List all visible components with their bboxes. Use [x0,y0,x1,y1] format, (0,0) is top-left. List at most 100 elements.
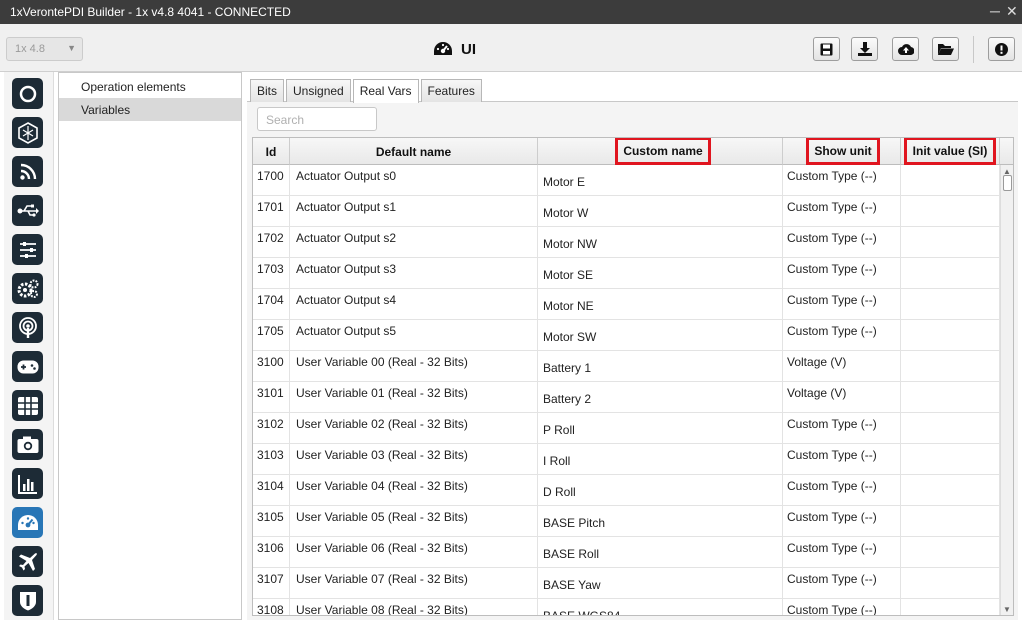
cell-show-unit[interactable]: Voltage (V) [783,351,901,382]
sidebar-button-gamepad[interactable] [12,351,43,382]
cell-show-unit[interactable]: Custom Type (--) [783,444,901,475]
sidebar-button-feed[interactable] [12,156,43,187]
cell-custom-name[interactable]: Battery 2 [538,382,783,413]
cell-custom-name[interactable]: Motor NW [538,227,783,258]
cell-custom-name[interactable]: Motor W [538,196,783,227]
column-header-default-name[interactable]: Default name [290,138,538,165]
sidebar-button-security[interactable] [12,585,43,616]
table-row[interactable]: 3105 User Variable 05 (Real - 32 Bits) BAS… [253,506,1000,537]
cell-custom-name[interactable]: Motor NE [538,289,783,320]
sidebar-button-usb[interactable] [12,195,43,226]
cell-init-value[interactable] [901,568,1000,599]
table-row[interactable]: 3102 User Variable 02 (Real - 32 Bits) P R… [253,413,1000,444]
table-row[interactable]: 3100 User Variable 00 (Real - 32 Bits) Bat… [253,351,1000,382]
minimize-icon[interactable]: ─ [990,3,1000,19]
cell-custom-name[interactable]: Motor SE [538,258,783,289]
cell-custom-name[interactable]: D Roll [538,475,783,506]
nav-item-variables[interactable]: Variables [59,98,241,121]
table-row[interactable]: 1703 Actuator Output s3 Motor SE Custom Typ… [253,258,1000,289]
search-input[interactable]: Search [257,107,377,131]
cell-init-value[interactable] [901,475,1000,506]
cell-show-unit[interactable]: Voltage (V) [783,382,901,413]
cell-init-value[interactable] [901,537,1000,568]
cell-custom-name[interactable]: P Roll [538,413,783,444]
cell-init-value[interactable] [901,413,1000,444]
tab-bits[interactable]: Bits [250,79,285,102]
cell-show-unit[interactable]: Custom Type (--) [783,289,901,320]
cell-init-value[interactable] [901,227,1000,258]
variables-table: Id Default name Custom name Show unit In… [252,137,1014,616]
cell-init-value[interactable] [901,506,1000,537]
vertical-scrollbar[interactable]: ▲ ▼ [1000,165,1013,615]
table-row[interactable]: 1705 Actuator Output s5 Motor SW Custom Typ… [253,320,1000,351]
cell-custom-name[interactable]: Battery 1 [538,351,783,382]
sidebar-button-grid[interactable] [12,390,43,421]
sidebar-button-network[interactable] [12,117,43,148]
save-button[interactable] [813,37,840,61]
scrollbar-thumb[interactable] [1003,175,1012,191]
cell-default-name: User Variable 04 (Real - 32 Bits) [290,475,538,506]
cell-init-value[interactable] [901,320,1000,351]
sidebar-button-charts[interactable] [12,468,43,499]
alert-button[interactable] [988,37,1015,61]
tab-features[interactable]: Features [420,79,482,102]
cell-show-unit[interactable]: Custom Type (--) [783,506,901,537]
cell-init-value[interactable] [901,258,1000,289]
sidebar-button-power[interactable] [12,78,43,109]
column-header-init-value[interactable]: Init value (SI) [901,138,1000,165]
cell-custom-name[interactable]: BASE Pitch [538,506,783,537]
cell-init-value[interactable] [901,196,1000,227]
table-row[interactable]: 3104 User Variable 04 (Real - 32 Bits) D R… [253,475,1000,506]
table-row[interactable]: 3101 User Variable 01 (Real - 32 Bits) Bat… [253,382,1000,413]
cell-init-value[interactable] [901,444,1000,475]
cell-show-unit[interactable]: Custom Type (--) [783,320,901,351]
cell-show-unit[interactable]: Custom Type (--) [783,196,901,227]
sidebar-button-broadcast[interactable] [12,312,43,343]
sidebar-button-camera[interactable] [12,429,43,460]
nav-item-operation-elements[interactable]: Operation elements [59,75,241,98]
sidebar-button-settings[interactable] [12,273,43,304]
close-icon[interactable]: ✕ [1006,3,1018,20]
sidebar-button-ui[interactable] [12,507,43,538]
cell-custom-name[interactable]: BASE Yaw [538,568,783,599]
cell-init-value[interactable] [901,351,1000,382]
column-header-show-unit[interactable]: Show unit [783,138,901,165]
download-button[interactable] [851,37,878,61]
table-row[interactable]: 3106 User Variable 06 (Real - 32 Bits) BAS… [253,537,1000,568]
version-select[interactable]: 1x 4.8 ▼ [6,37,83,61]
cell-custom-name[interactable]: Motor E [538,165,783,196]
column-header-custom-name[interactable]: Custom name [538,138,783,165]
table-row[interactable]: 1704 Actuator Output s4 Motor NE Custom Typ… [253,289,1000,320]
cell-init-value[interactable] [901,382,1000,413]
cell-show-unit[interactable]: Custom Type (--) [783,599,901,615]
cloud-upload-button[interactable] [892,37,919,61]
cell-show-unit[interactable]: Custom Type (--) [783,568,901,599]
cell-init-value[interactable] [901,599,1000,615]
download-icon [857,42,872,56]
sidebar-button-controls[interactable] [12,234,43,265]
table-row[interactable]: 1701 Actuator Output s1 Motor W Custom Type… [253,196,1000,227]
scroll-down-icon[interactable]: ▼ [1003,605,1011,614]
column-header-id[interactable]: Id [253,138,290,165]
cell-show-unit[interactable]: Custom Type (--) [783,475,901,506]
table-row[interactable]: 3103 User Variable 03 (Real - 32 Bits) I R… [253,444,1000,475]
cell-show-unit[interactable]: Custom Type (--) [783,413,901,444]
cell-custom-name[interactable]: I Roll [538,444,783,475]
tab-real-vars[interactable]: Real Vars [352,79,419,103]
table-row[interactable]: 3107 User Variable 07 (Real - 32 Bits) BAS… [253,568,1000,599]
cell-show-unit[interactable]: Custom Type (--) [783,227,901,258]
cell-custom-name[interactable]: Motor SW [538,320,783,351]
cell-custom-name[interactable]: BASE WGS84 [538,599,783,615]
table-row[interactable]: 1700 Actuator Output s0 Motor E Custom Type… [253,165,1000,196]
cell-init-value[interactable] [901,165,1000,196]
cell-init-value[interactable] [901,289,1000,320]
open-folder-button[interactable] [932,37,959,61]
cell-show-unit[interactable]: Custom Type (--) [783,537,901,568]
sidebar-button-flight[interactable] [12,546,43,577]
table-row[interactable]: 1702 Actuator Output s2 Motor NW Custom Typ… [253,227,1000,258]
tab-unsigned[interactable]: Unsigned [286,79,351,102]
cell-show-unit[interactable]: Custom Type (--) [783,165,901,196]
table-row[interactable]: 3108 User Variable 08 (Real - 32 Bits) BAS… [253,599,1000,615]
cell-show-unit[interactable]: Custom Type (--) [783,258,901,289]
cell-custom-name[interactable]: BASE Roll [538,537,783,568]
